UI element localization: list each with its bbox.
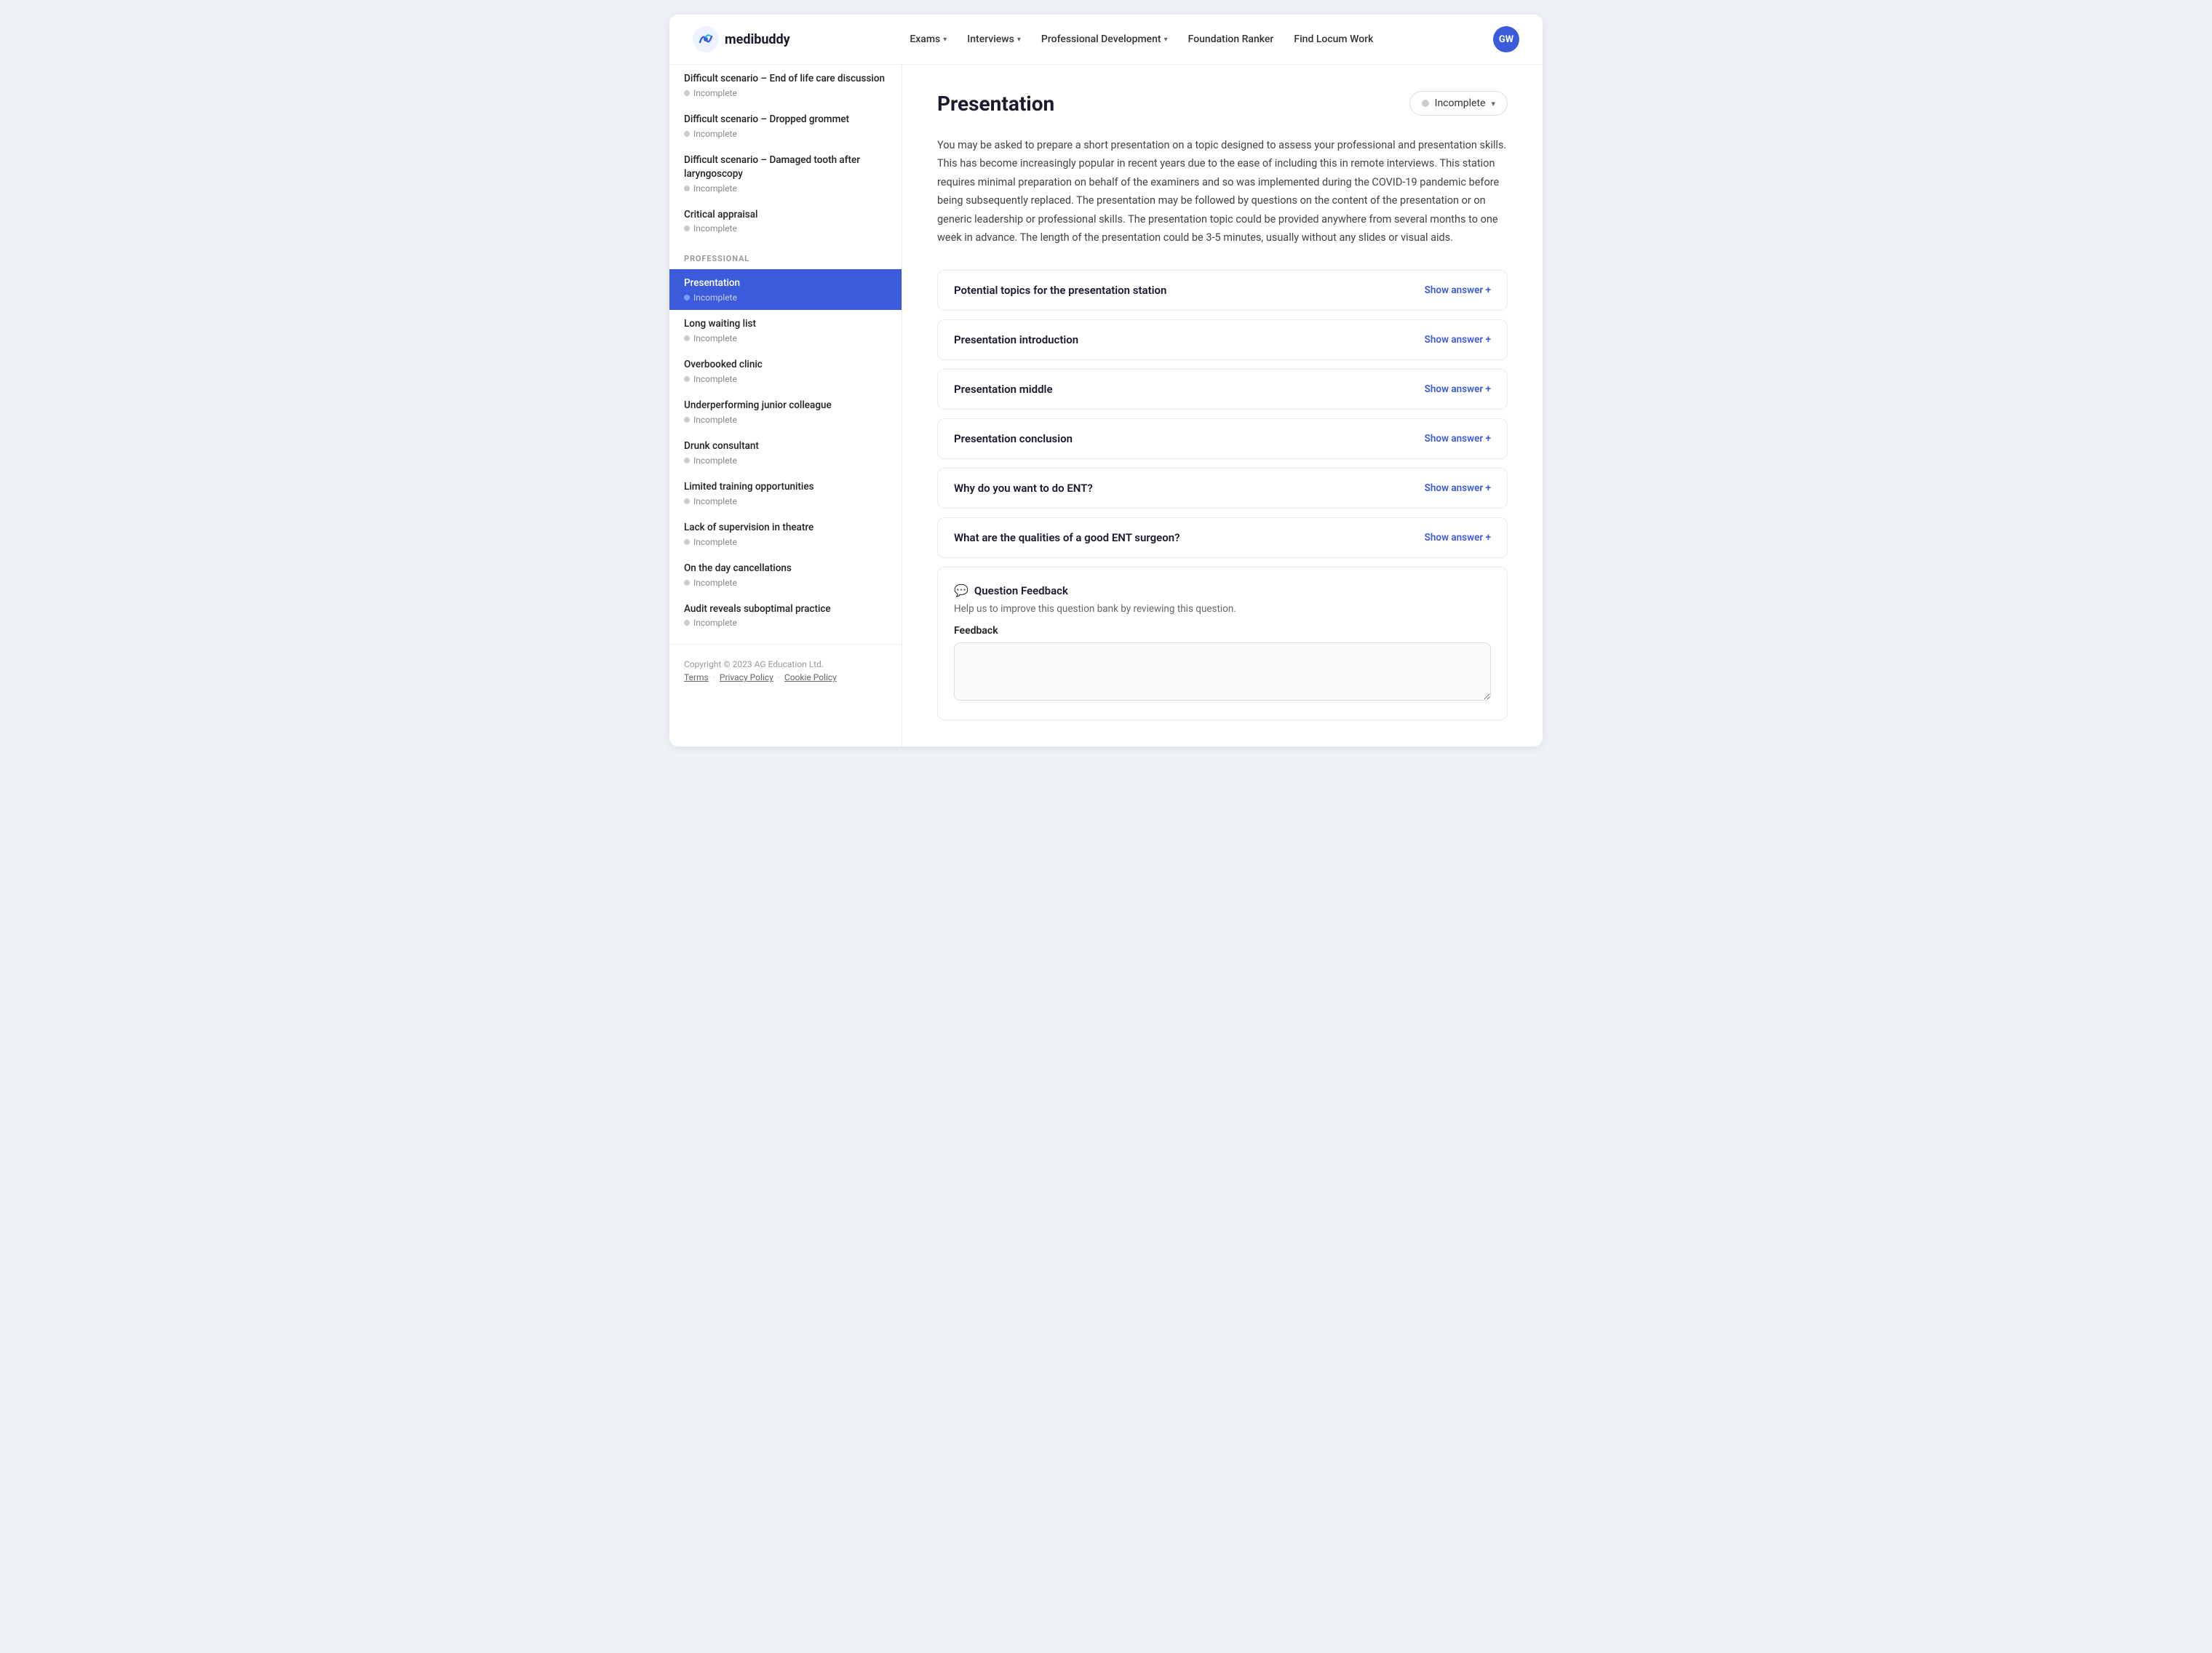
sidebar-footer: Copyright © 2023 AG Education Ltd. Terms… <box>669 644 902 688</box>
feedback-title: Question Feedback <box>974 584 1068 597</box>
show-answer-btn-4[interactable]: Show answer + <box>1425 482 1491 494</box>
accordion-item-qualities[interactable]: What are the qualities of a good ENT sur… <box>937 517 1508 558</box>
show-answer-btn-2[interactable]: Show answer + <box>1425 383 1491 395</box>
nav-interviews[interactable]: Interviews ▾ <box>967 33 1021 45</box>
sidebar-item-lack-supervision[interactable]: Lack of supervision in theatre Incomplet… <box>669 514 902 554</box>
app-header: medibuddy Exams ▾ Interviews ▾ Professio… <box>669 15 1543 65</box>
content-header: Presentation Incomplete ▾ <box>937 91 1508 116</box>
page-title: Presentation <box>937 92 1054 116</box>
status-dot <box>684 90 690 96</box>
status-dot <box>684 131 690 137</box>
show-answer-btn-3[interactable]: Show answer + <box>1425 433 1491 445</box>
status-dropdown-chevron-icon: ▾ <box>1491 99 1495 108</box>
status-dot <box>684 620 690 626</box>
sidebar-item-critical-appraisal[interactable]: Critical appraisal Incomplete <box>669 201 902 242</box>
sidebar-item-damaged-tooth[interactable]: Difficult scenario – Damaged tooth after… <box>669 146 902 201</box>
exams-chevron-icon: ▾ <box>943 36 947 44</box>
status-dot <box>684 376 690 382</box>
show-answer-btn-5[interactable]: Show answer + <box>1425 532 1491 543</box>
feedback-textarea[interactable] <box>954 642 1491 701</box>
accordion-item-why-ent[interactable]: Why do you want to do ENT? Show answer + <box>937 468 1508 509</box>
feedback-label: Feedback <box>954 625 1491 637</box>
status-dot <box>684 539 690 545</box>
status-dropdown[interactable]: Incomplete ▾ <box>1409 91 1508 116</box>
privacy-link[interactable]: Privacy Policy <box>720 672 773 682</box>
footer-links: Terms · Privacy Policy · Cookie Policy <box>684 672 887 682</box>
sidebar-item-long-waiting[interactable]: Long waiting list Incomplete <box>669 310 902 351</box>
accordion-item-conclusion[interactable]: Presentation conclusion Show answer + <box>937 418 1508 459</box>
body-layout: Difficult scenario – End of life care di… <box>669 65 1543 746</box>
sidebar-item-dropped-grommet[interactable]: Difficult scenario – Dropped grommet Inc… <box>669 105 902 146</box>
status-dot <box>684 498 690 504</box>
sidebar-section-professional: Professional <box>669 241 902 269</box>
description-text: You may be asked to prepare a short pres… <box>937 136 1508 247</box>
sidebar-item-underperforming[interactable]: Underperforming junior colleague Incompl… <box>669 391 902 432</box>
main-content: Presentation Incomplete ▾ You may be ask… <box>902 65 1543 746</box>
nav-exams[interactable]: Exams ▾ <box>910 33 947 45</box>
status-dot <box>684 417 690 423</box>
feedback-section: 💬 Question Feedback Help us to improve t… <box>937 567 1508 720</box>
logo-icon <box>693 26 719 52</box>
accordion-item-intro[interactable]: Presentation introduction Show answer + <box>937 319 1508 360</box>
cookie-link[interactable]: Cookie Policy <box>784 672 837 682</box>
status-dot <box>684 186 690 191</box>
accordion-item-middle[interactable]: Presentation middle Show answer + <box>937 369 1508 410</box>
sidebar: Difficult scenario – End of life care di… <box>669 65 902 746</box>
show-answer-btn-1[interactable]: Show answer + <box>1425 334 1491 346</box>
feedback-subtitle: Help us to improve this question bank by… <box>954 603 1491 615</box>
copyright-text: Copyright © 2023 AG Education Ltd. <box>684 659 887 669</box>
status-dropdown-label: Incomplete <box>1435 97 1486 109</box>
sidebar-item-on-the-day[interactable]: On the day cancellations Incomplete <box>669 554 902 595</box>
sidebar-item-drunk-consultant[interactable]: Drunk consultant Incomplete <box>669 432 902 473</box>
nav-find-locum-work[interactable]: Find Locum Work <box>1294 33 1373 45</box>
status-dot <box>684 458 690 463</box>
terms-link[interactable]: Terms <box>684 672 709 682</box>
accordion-item-potential-topics[interactable]: Potential topics for the presentation st… <box>937 270 1508 311</box>
logo[interactable]: medibuddy <box>693 26 790 52</box>
profdev-chevron-icon: ▾ <box>1164 36 1168 44</box>
sidebar-item-limited-training[interactable]: Limited training opportunities Incomplet… <box>669 473 902 514</box>
sidebar-item-presentation[interactable]: Presentation Incomplete <box>669 269 902 310</box>
main-nav: Exams ▾ Interviews ▾ Professional Develo… <box>910 33 1373 45</box>
show-answer-btn-0[interactable]: Show answer + <box>1425 284 1491 296</box>
feedback-header: 💬 Question Feedback <box>954 583 1491 597</box>
status-dot-active <box>684 295 690 300</box>
status-dot <box>684 580 690 586</box>
status-dot <box>684 335 690 341</box>
logo-text: medibuddy <box>725 32 790 47</box>
nav-professional-development[interactable]: Professional Development ▾ <box>1041 33 1168 45</box>
feedback-icon: 💬 <box>954 583 968 597</box>
sidebar-item-audit[interactable]: Audit reveals suboptimal practice Incomp… <box>669 595 902 636</box>
sidebar-item-endoflife[interactable]: Difficult scenario – End of life care di… <box>669 65 902 105</box>
status-dot <box>684 226 690 231</box>
sidebar-item-overbooked[interactable]: Overbooked clinic Incomplete <box>669 351 902 391</box>
status-dropdown-dot <box>1422 100 1429 107</box>
avatar[interactable]: GW <box>1493 26 1519 52</box>
interviews-chevron-icon: ▾ <box>1017 36 1021 44</box>
nav-foundation-ranker[interactable]: Foundation Ranker <box>1188 33 1274 45</box>
